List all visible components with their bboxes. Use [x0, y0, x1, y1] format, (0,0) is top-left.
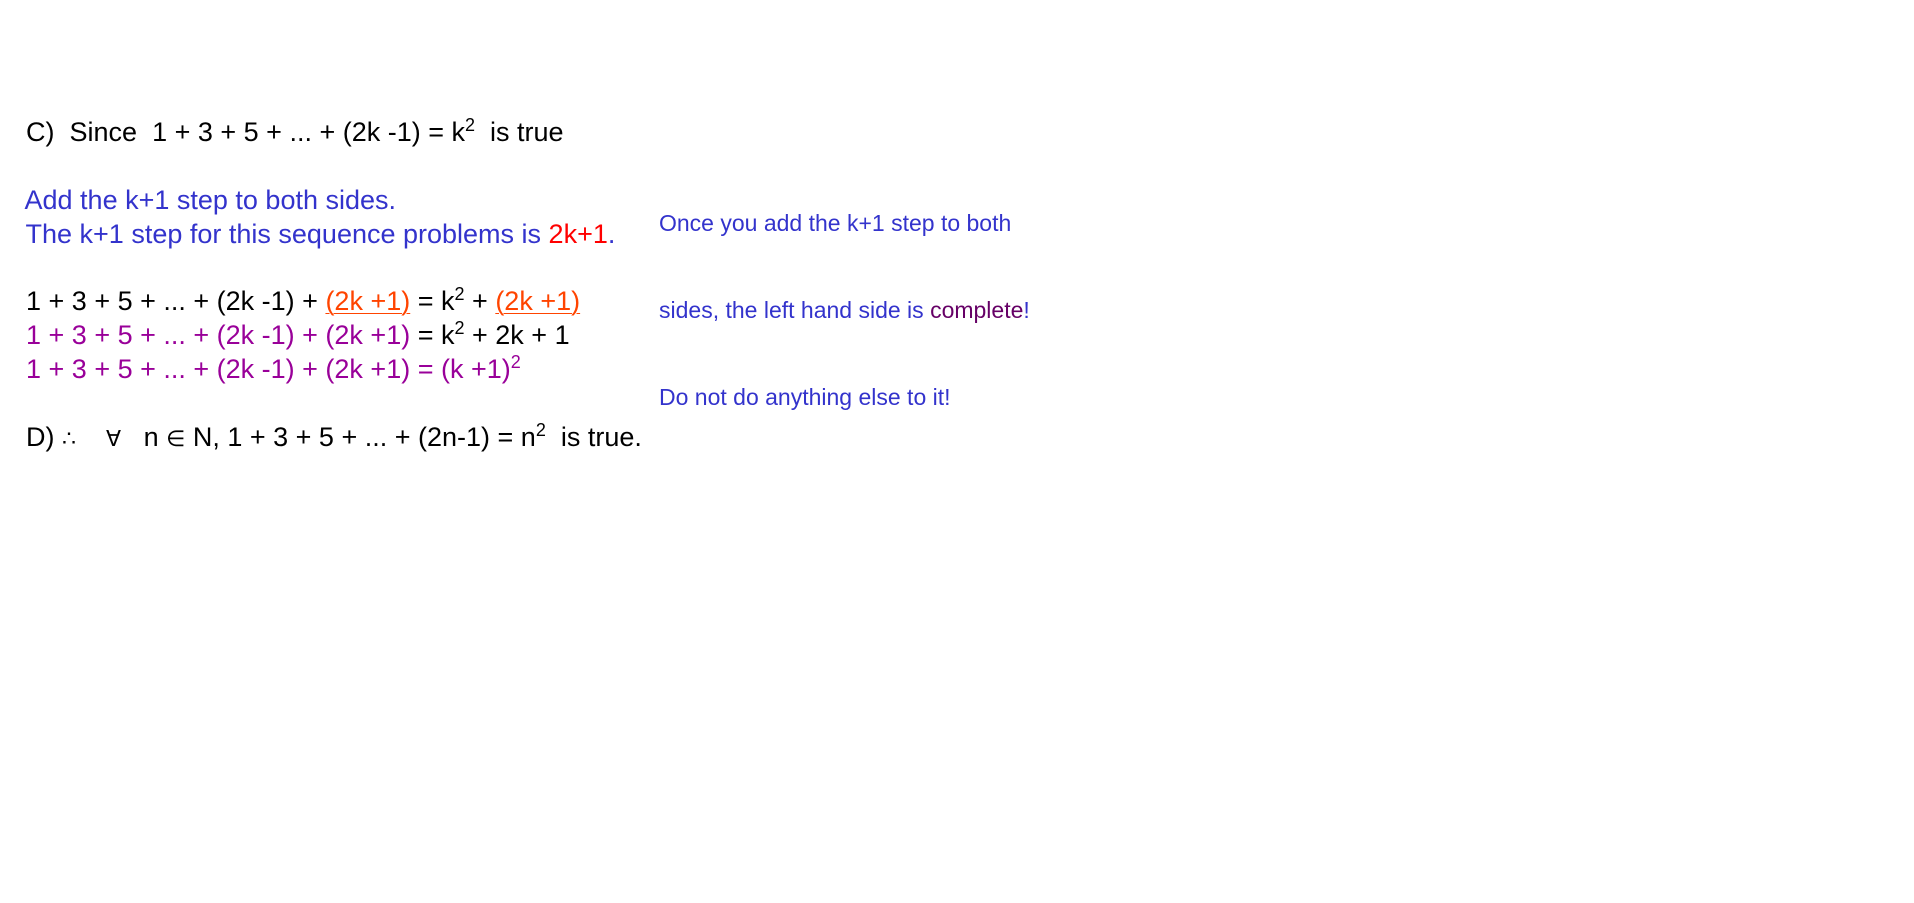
exponent: 2 — [465, 115, 476, 135]
exponent: 2 — [535, 420, 546, 440]
exponent: 2 — [510, 352, 521, 372]
instruction-period: . — [607, 219, 616, 249]
step-c-label: C) — [26, 117, 55, 147]
instruction-text-2: The k+1 step for this sequence problems … — [25, 219, 549, 249]
is-true-text: is true — [490, 117, 564, 147]
note-line-2-suffix: ! — [1023, 297, 1030, 323]
note-line-3: Do not do anything else to it! — [659, 384, 951, 410]
forall-symbol: ∀ — [106, 426, 122, 451]
eq3-text: 1 + 3 + 5 + ... + (2k -1) + (2k +1) = (k… — [26, 354, 511, 384]
note-line-2-prefix: sides, the left hand side is — [659, 297, 931, 323]
natural-numbers: N — [192, 422, 213, 452]
equation-3: 1 + 3 + 5 + ... + (2k -1) + (2k +1) = (k… — [11, 318, 521, 389]
side-note: Once you add the k+1 step to both sides,… — [659, 151, 1030, 441]
instruction-line-2: The k+1 step for this sequence problems … — [11, 183, 616, 251]
conclusion-tail: is true. — [560, 422, 642, 452]
note-line-1: Once you add the k+1 step to both — [659, 210, 1012, 236]
step-c-line: C) Since 1 + 3 + 5 + ... + (2k -1) = k2 … — [11, 81, 564, 152]
variable-n: n — [143, 422, 159, 452]
step-d-label: D) — [26, 422, 55, 452]
element-of-symbol: ∈ — [166, 426, 186, 451]
note-line-2: sides, the left hand side is complete! — [659, 296, 1030, 325]
next-term: 2k+1 — [548, 219, 608, 249]
since-word: Since — [69, 117, 138, 147]
conclusion-statement: , 1 + 3 + 5 + ... + (2n-1) = n — [212, 422, 536, 452]
complete-word: complete — [930, 297, 1024, 323]
inductive-hypothesis: 1 + 3 + 5 + ... + (2k -1) = k — [152, 117, 466, 147]
step-d-line: D) ∴ ∀ n ∈ N, 1 + 3 + 5 + ... + (2n-1) =… — [11, 386, 642, 457]
therefore-symbol: ∴ — [62, 426, 77, 451]
